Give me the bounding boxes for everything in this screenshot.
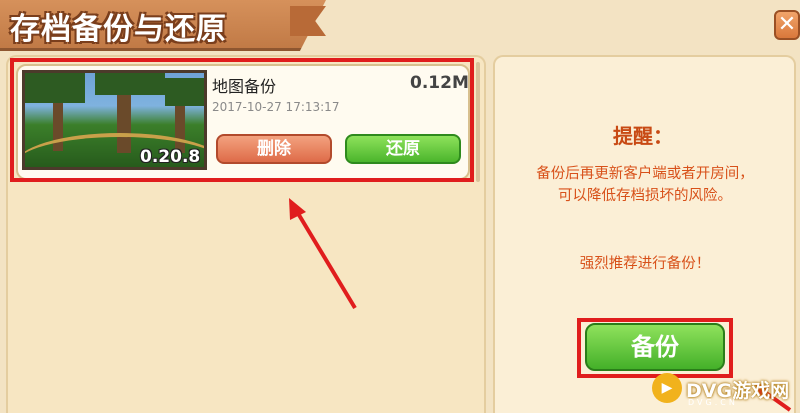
- watermark-logo-icon: ▶: [652, 373, 682, 403]
- annotation-arrows: [289, 198, 792, 412]
- watermark-sub: DVG.CN: [688, 398, 738, 407]
- arrow-to-save-card: [294, 208, 357, 310]
- arrow-head-save-card: [289, 198, 306, 220]
